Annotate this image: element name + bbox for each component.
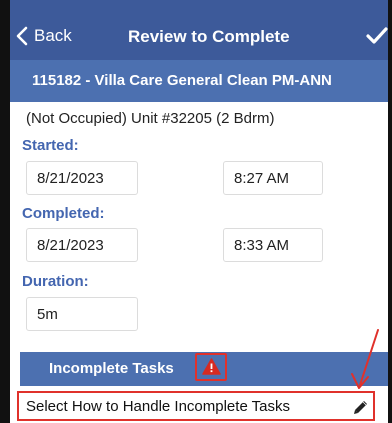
device-frame-right: [388, 0, 392, 423]
device-frame-left: [0, 0, 10, 423]
pencil-icon: [354, 401, 367, 414]
incomplete-tasks-label: Incomplete Tasks: [49, 360, 174, 377]
navigation-bar: Back Review to Complete: [10, 0, 388, 60]
unit-description: (Not Occupied) Unit #32205 (2 Bdrm): [26, 110, 275, 127]
back-button-label: Back: [34, 26, 72, 45]
incomplete-tasks-header: Incomplete Tasks: [20, 352, 388, 386]
back-button[interactable]: Back: [16, 26, 72, 46]
handle-incomplete-tasks-button[interactable]: Select How to Handle Incomplete Tasks: [17, 391, 375, 421]
alert-highlight-box: [195, 353, 227, 381]
chevron-left-icon: [16, 26, 28, 46]
handle-incomplete-tasks-label: Select How to Handle Incomplete Tasks: [26, 398, 291, 415]
work-order-header: 115182 - Villa Care General Clean PM-ANN: [10, 60, 388, 102]
started-date-field[interactable]: 8/21/2023: [26, 161, 138, 195]
review-form: (Not Occupied) Unit #32205 (2 Bdrm) Star…: [10, 102, 388, 423]
completed-label: Completed:: [22, 205, 105, 222]
started-time-field[interactable]: 8:27 AM: [223, 161, 323, 195]
completed-time-field[interactable]: 8:33 AM: [223, 228, 323, 262]
duration-field[interactable]: 5m: [26, 297, 138, 331]
duration-label: Duration:: [22, 273, 89, 290]
page-title: Review to Complete: [128, 27, 290, 46]
checkmark-icon[interactable]: [366, 26, 388, 46]
warning-triangle-icon: [202, 358, 221, 375]
completed-date-field[interactable]: 8/21/2023: [26, 228, 138, 262]
started-label: Started:: [22, 137, 79, 154]
